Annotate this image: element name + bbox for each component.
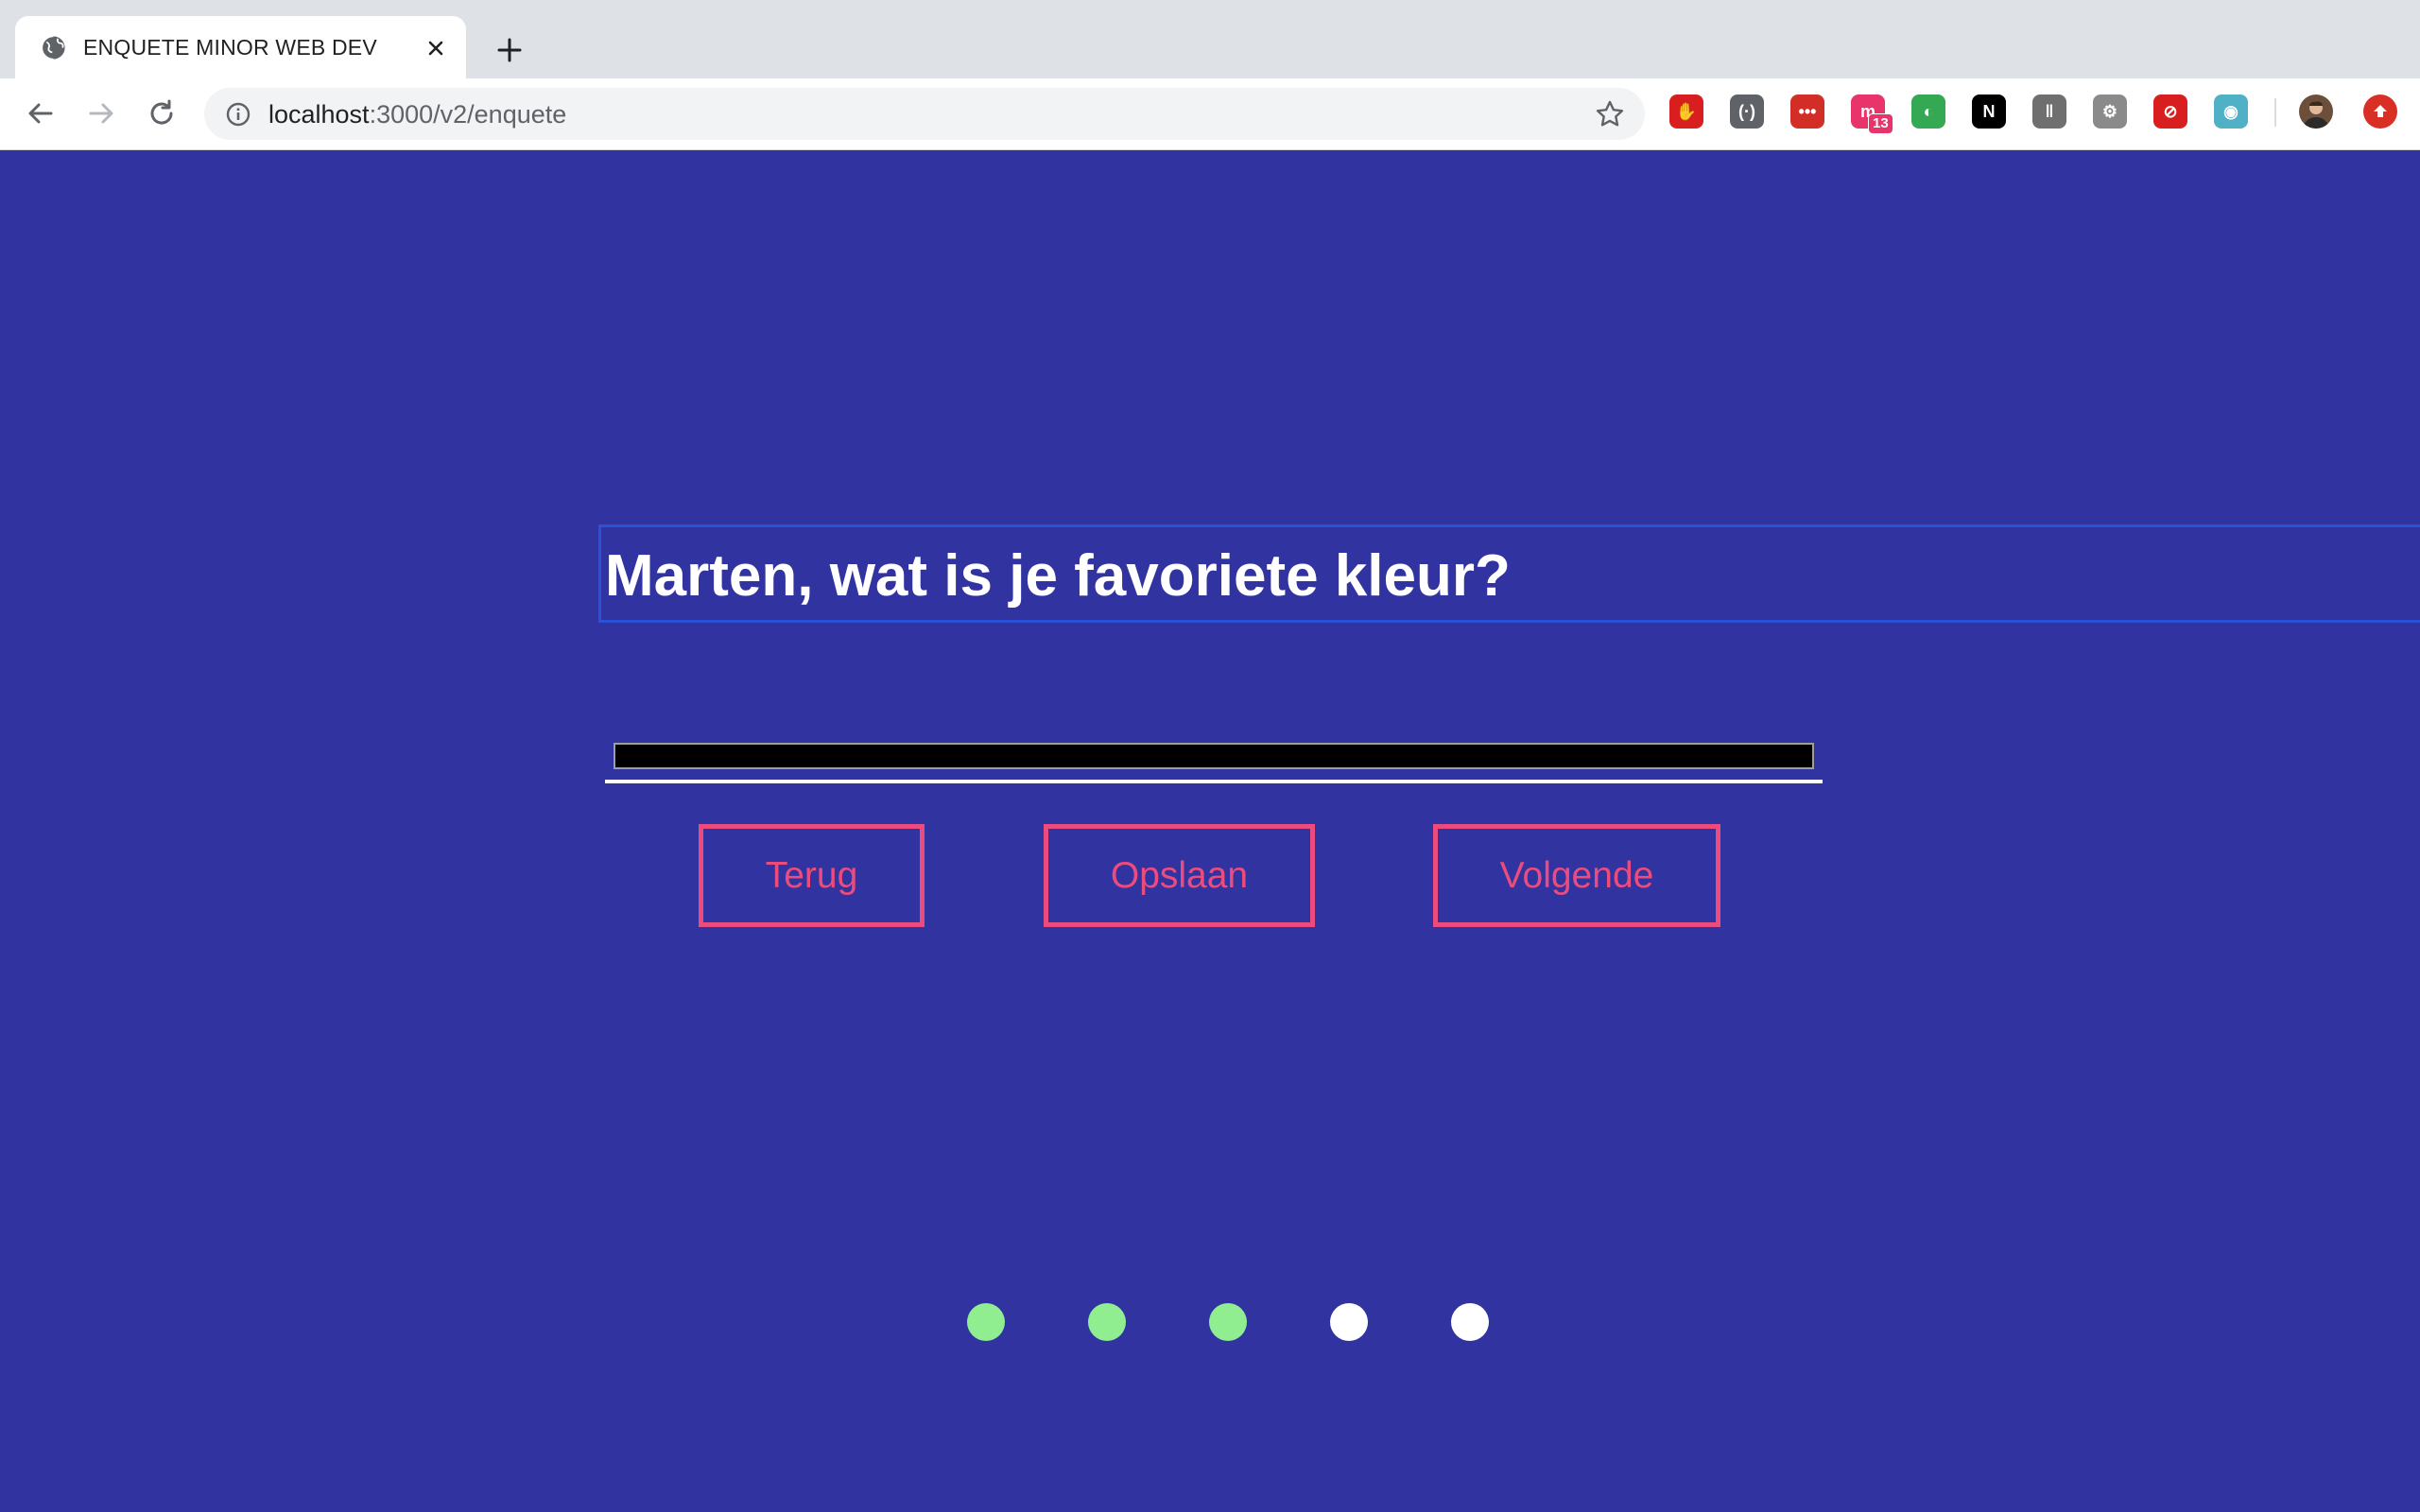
- url-text: localhost:3000/v2/enquete: [268, 99, 566, 129]
- next-button[interactable]: Volgende: [1433, 824, 1720, 927]
- url-host: localhost: [268, 100, 370, 129]
- question-heading: Marten, wat is je favoriete kleur?: [605, 543, 1511, 609]
- save-button[interactable]: Opslaan: [1044, 824, 1315, 927]
- devtools-extension-icon[interactable]: (·): [1730, 94, 1764, 129]
- progress-dot-completed: [1209, 1303, 1247, 1341]
- bookmark-star-icon[interactable]: [1594, 98, 1626, 130]
- avatar[interactable]: [2299, 94, 2333, 129]
- gear-extension-icon[interactable]: ⚙: [2093, 94, 2127, 129]
- back-button[interactable]: Terug: [699, 824, 925, 927]
- extension-badge: 13: [1868, 113, 1893, 134]
- ublock-icon[interactable]: ✋: [1669, 94, 1703, 129]
- progress-dot-completed: [1088, 1303, 1126, 1341]
- reload-icon[interactable]: [142, 94, 182, 133]
- answer-input[interactable]: [614, 743, 1814, 769]
- progress-dot-pending: [1451, 1303, 1489, 1341]
- library-extension-icon[interactable]: ‖: [2032, 94, 2066, 129]
- tab-enquete[interactable]: ENQUETE MINOR WEB DEV: [15, 16, 466, 78]
- close-icon[interactable]: [422, 34, 450, 62]
- address-bar[interactable]: localhost:3000/v2/enquete: [204, 88, 1645, 140]
- color-picker-icon[interactable]: ◐: [1911, 94, 1945, 129]
- eye-extension-icon[interactable]: ◉: [2214, 94, 2248, 129]
- progress-dot-completed: [967, 1303, 1005, 1341]
- browser-window: ENQUETE MINOR WEB DEV localhost:3000/v2/…: [0, 0, 2420, 1512]
- new-tab-plus-icon[interactable]: [492, 32, 527, 68]
- update-arrow-icon[interactable]: [2363, 94, 2397, 129]
- lastpass-icon[interactable]: •••: [1790, 94, 1824, 129]
- toolbar-divider: [2274, 98, 2276, 127]
- tab-strip: ENQUETE MINOR WEB DEV: [0, 0, 2420, 78]
- answer-underline: [605, 780, 1823, 783]
- globe-icon: [41, 35, 65, 60]
- back-arrow-icon[interactable]: [21, 94, 60, 133]
- mail-extension-icon[interactable]: m 13: [1851, 94, 1893, 134]
- forward-arrow-icon[interactable]: [81, 94, 121, 133]
- blocker-icon[interactable]: ⊘: [2153, 94, 2187, 129]
- url-path: :3000/v2/enquete: [369, 100, 567, 129]
- info-icon[interactable]: [225, 101, 251, 128]
- notion-icon[interactable]: N: [1972, 94, 2006, 129]
- progress-dot-pending: [1330, 1303, 1368, 1341]
- tab-title: ENQUETE MINOR WEB DEV: [83, 35, 377, 60]
